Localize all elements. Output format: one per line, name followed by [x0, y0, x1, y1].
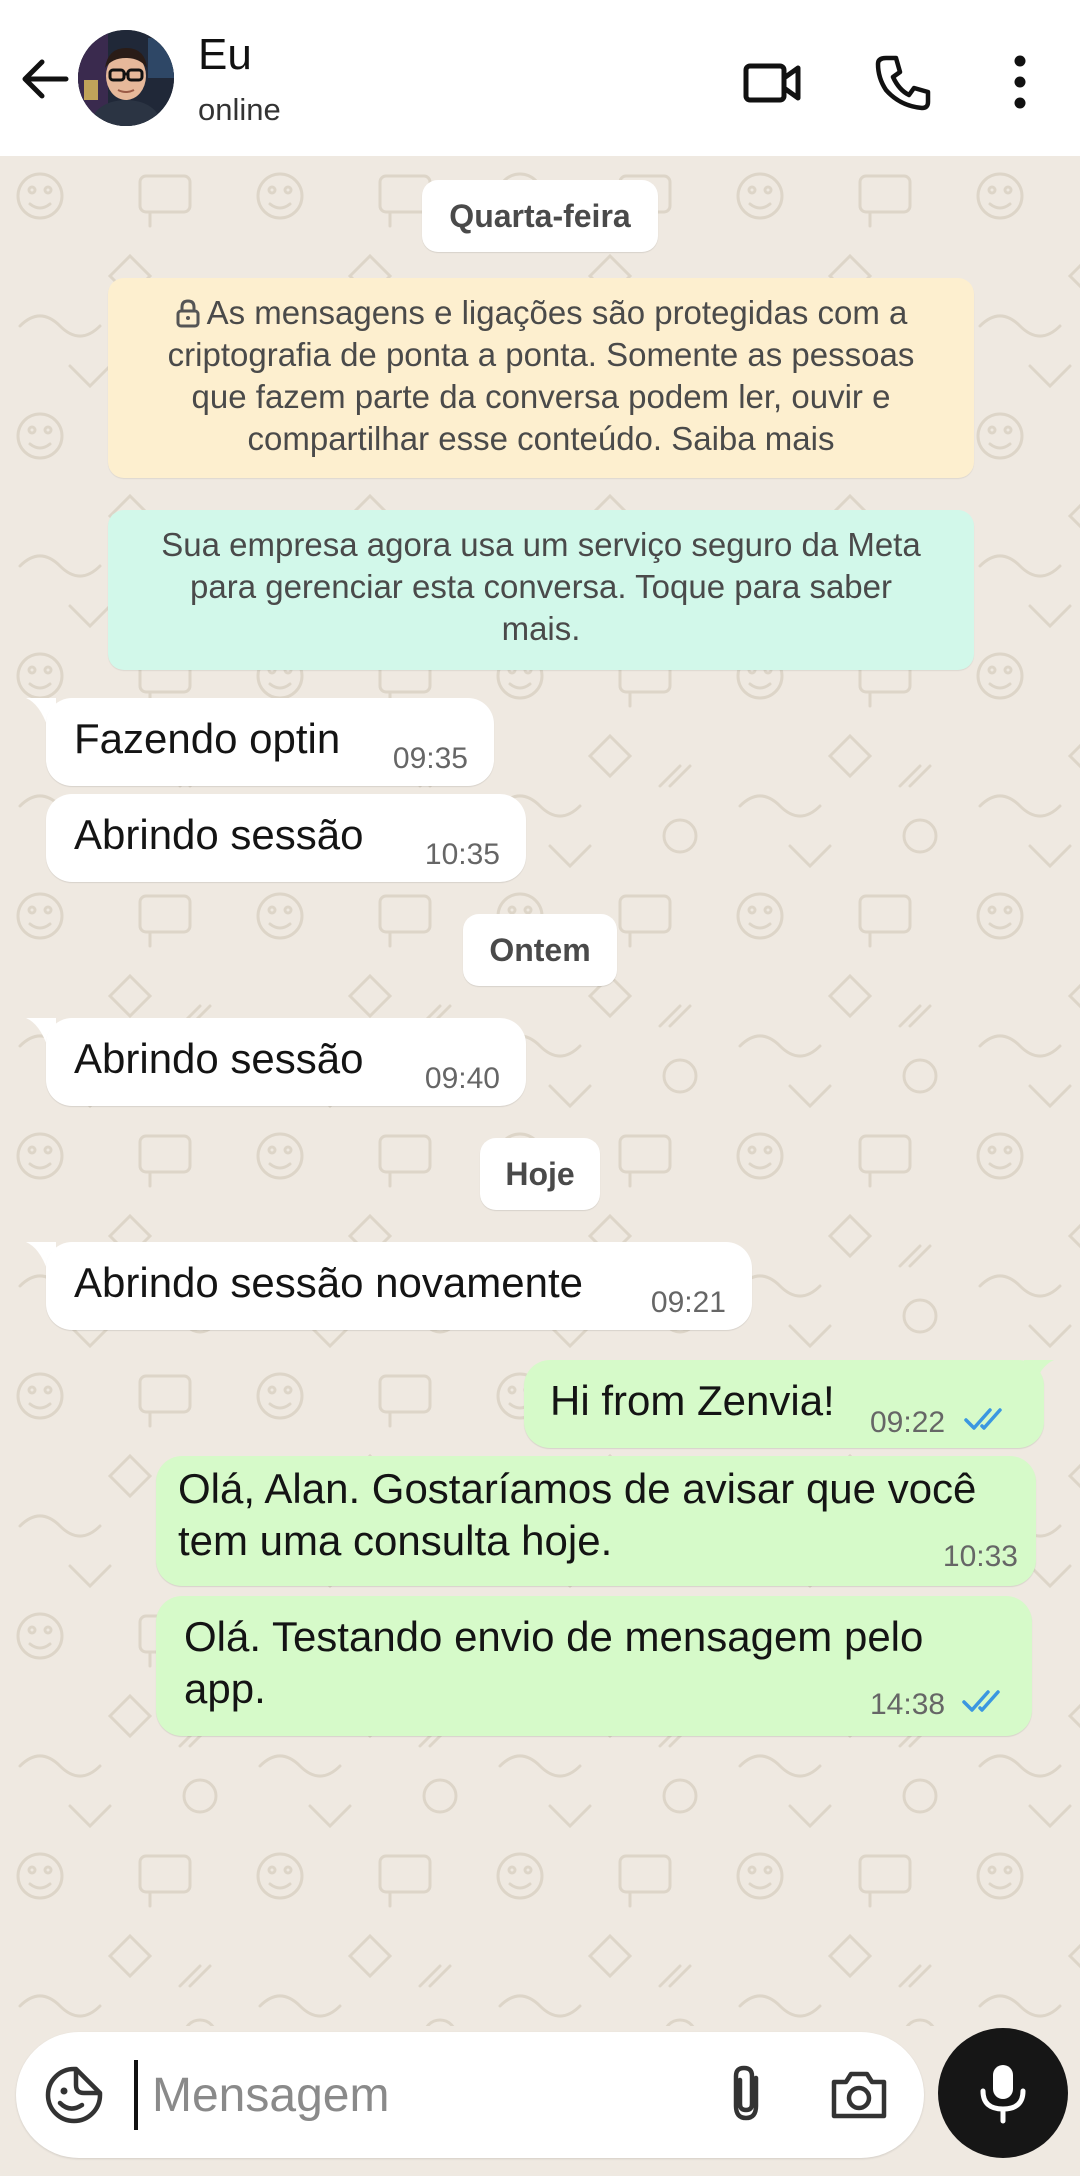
encryption-notice-line: criptografia de ponta a ponta. Somente a… [167, 336, 915, 373]
message-time: 09:35 [392, 742, 468, 775]
read-ticks-icon [962, 1690, 1000, 1712]
arrow-left-icon [22, 59, 69, 99]
meta-notice-line: Sua empresa agora usa um serviço seguro … [161, 526, 921, 563]
message-bubble-outgoing[interactable]: Olá, Alan. Gostaríamos de avisar que voc… [156, 1456, 1036, 1586]
date-chip-label: Quarta-feira [449, 197, 631, 234]
message-time: 09:21 [650, 1286, 726, 1319]
contact-status: online [198, 92, 281, 127]
encryption-notice-line: As mensagens e ligações são protegidas c… [134, 292, 948, 334]
read-ticks-icon [964, 1408, 1002, 1430]
message-bubble-incoming[interactable]: Abrindo sessão 09:40 [46, 1018, 526, 1106]
contact-name[interactable]: Eu [198, 30, 252, 80]
date-chip-hoje: Hoje [480, 1138, 600, 1210]
message-text: Fazendo optin [74, 715, 341, 762]
message-time: 10:35 [424, 838, 500, 871]
message-composer [16, 2032, 924, 2158]
message-text: Abrindo sessão [74, 811, 364, 858]
message-bubble-incoming[interactable]: Abrindo sessão 10:35 [46, 794, 526, 882]
text-cursor [134, 2060, 138, 2130]
back-button[interactable] [18, 52, 72, 106]
encryption-notice-line: que fazem parte da conversa podem ler, o… [191, 378, 891, 415]
message-text-line: app. [184, 1665, 266, 1712]
attach-button[interactable] [716, 2062, 780, 2126]
message-text: Hi from Zenvia! [550, 1377, 835, 1424]
microphone-icon [980, 2065, 1026, 2124]
paperclip-icon [733, 2065, 759, 2121]
emoji-sticker-button[interactable] [42, 2063, 106, 2127]
message-text-line: Olá. Testando envio de mensagem pelo [184, 1613, 924, 1660]
message-bubble-incoming[interactable]: Abrindo sessão novamente 09:21 [46, 1242, 752, 1330]
more-options-button[interactable] [988, 50, 1052, 114]
video-call-button[interactable] [740, 50, 804, 114]
meta-notice-line: para gerenciar esta conversa. Toque para… [190, 568, 892, 605]
date-chip-label: Ontem [489, 931, 591, 968]
message-input[interactable] [152, 2056, 692, 2134]
message-time: 09:40 [424, 1062, 500, 1095]
chat-area[interactable]: Quarta-feira As mensagens e ligações são… [0, 156, 1080, 2026]
encryption-notice-line: compartilhar esse conteúdo. Saiba mais [247, 420, 835, 457]
video-camera-icon [743, 63, 801, 103]
voice-message-button[interactable] [938, 2028, 1068, 2158]
voice-call-button[interactable] [872, 50, 936, 114]
message-bubble-outgoing[interactable]: Hi from Zenvia! 09:22 [524, 1360, 1044, 1448]
phone-icon [875, 55, 931, 111]
date-chip-ontem: Ontem [463, 914, 617, 986]
meta-notice-line: mais. [501, 610, 581, 647]
chat-header: Eu online [0, 0, 1080, 156]
message-time: 10:33 [942, 1540, 1018, 1573]
lock-icon [176, 299, 200, 328]
encryption-notice[interactable]: As mensagens e ligações são protegidas c… [108, 278, 974, 478]
date-chip-label: Hoje [505, 1155, 575, 1192]
message-text: Abrindo sessão [74, 1035, 364, 1082]
message-bubble-outgoing[interactable]: Olá. Testando envio de mensagem pelo app… [156, 1596, 1032, 1736]
avatar-photo [78, 30, 174, 126]
message-bubble-incoming[interactable]: Fazendo optin 09:35 [46, 698, 494, 786]
camera-button[interactable] [826, 2062, 892, 2128]
message-time: 14:38 [870, 1688, 946, 1721]
meta-service-notice[interactable]: Sua empresa agora usa um serviço seguro … [108, 510, 974, 670]
contact-avatar[interactable] [78, 30, 174, 126]
message-text-line: Olá, Alan. Gostaríamos de avisar que voc… [178, 1465, 977, 1512]
camera-icon [831, 2071, 887, 2119]
message-text: Abrindo sessão novamente [74, 1259, 583, 1306]
more-vertical-icon [1014, 55, 1026, 109]
date-chip-quarta: Quarta-feira [422, 180, 658, 252]
message-text-line: tem uma consulta hoje. [178, 1517, 613, 1564]
message-time: 09:22 [870, 1406, 946, 1439]
sticker-smiley-icon [45, 2066, 103, 2124]
